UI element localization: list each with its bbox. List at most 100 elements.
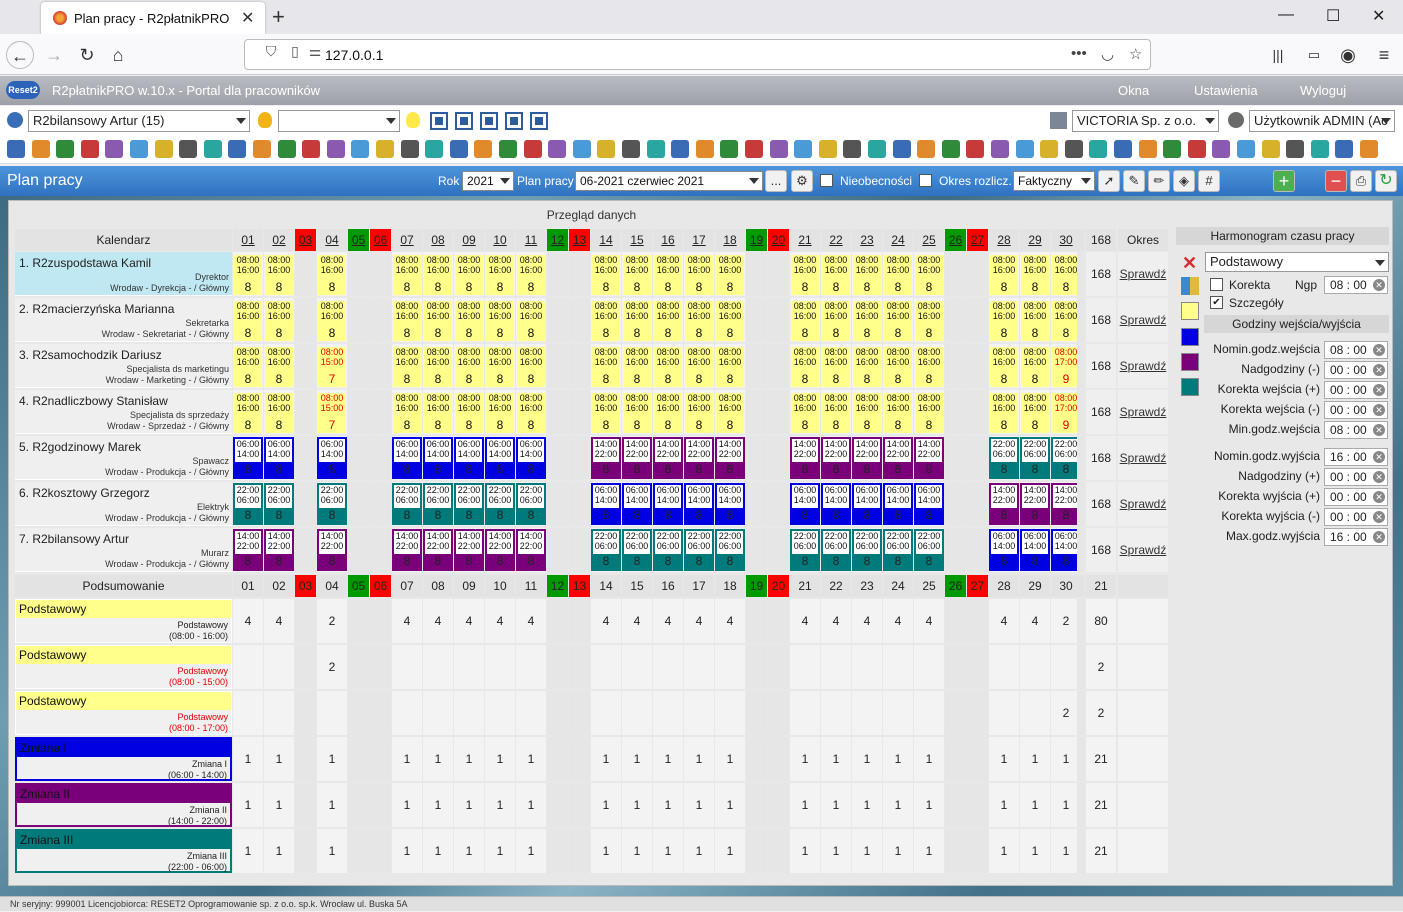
sprawdz-link[interactable]: Sprawdź bbox=[1118, 252, 1168, 296]
day-header-11[interactable]: 11 bbox=[516, 229, 546, 251]
schedule-cell[interactable]: 14:00 22:00 8 bbox=[264, 528, 294, 572]
module-43-icon[interactable] bbox=[1040, 140, 1059, 158]
swatch-purple[interactable] bbox=[1181, 353, 1199, 371]
schedule-cell[interactable]: 08:00 16:00 8 bbox=[317, 252, 347, 296]
schedule-cell[interactable] bbox=[768, 528, 789, 572]
filter-select[interactable] bbox=[278, 110, 400, 132]
schedule-cell[interactable] bbox=[967, 344, 988, 388]
swatch-teal[interactable] bbox=[1181, 378, 1199, 396]
nieobecnosci-checkbox[interactable] bbox=[820, 174, 833, 187]
schedule-cell[interactable]: 22:00 06:00 8 bbox=[852, 528, 882, 572]
schedule-cell[interactable]: 08:00 16:00 8 bbox=[485, 390, 515, 434]
day-header-14[interactable]: 14 bbox=[591, 229, 621, 251]
employee-row-name[interactable]: 6. R2kosztowy Grzegorz Elektryk Wrodaw - P… bbox=[15, 482, 232, 526]
schedule-cell[interactable] bbox=[569, 390, 590, 434]
schedule-cell[interactable]: 14:00 22:00 8 bbox=[821, 436, 851, 480]
schedule-cell[interactable]: 22:00 06:00 8 bbox=[392, 482, 422, 526]
schedule-cell[interactable]: 08:00 16:00 8 bbox=[485, 298, 515, 342]
view-4-button[interactable] bbox=[505, 112, 523, 130]
clear-entry-4-icon[interactable]: ✕ bbox=[1373, 404, 1385, 416]
schedule-cell[interactable]: 14:00 22:00 8 bbox=[653, 436, 683, 480]
schedule-cell[interactable]: 08:00 16:00 8 bbox=[233, 344, 263, 388]
day-header-18[interactable]: 18 bbox=[715, 229, 745, 251]
lightbulb-icon[interactable] bbox=[258, 112, 272, 128]
clear-entry-3-icon[interactable]: ✕ bbox=[1373, 384, 1385, 396]
schedule-cell[interactable]: 08:00 15:00 7 bbox=[317, 390, 347, 434]
schedule-cell[interactable]: 08:00 16:00 8 bbox=[516, 390, 546, 434]
schedule-cell[interactable] bbox=[768, 252, 789, 296]
sidebar-icon[interactable]: ▭ bbox=[1300, 41, 1328, 69]
schedule-cell[interactable] bbox=[945, 436, 966, 480]
schedule-cell[interactable]: 14:00 22:00 8 bbox=[852, 436, 882, 480]
schedule-cell[interactable]: 22:00 06:00 8 bbox=[790, 528, 820, 572]
day-header-27[interactable]: 27 bbox=[967, 229, 988, 251]
module-2-icon[interactable] bbox=[31, 140, 50, 158]
view-2-button[interactable] bbox=[455, 112, 473, 130]
schedule-cell[interactable]: 06:00 14:00 8 bbox=[684, 482, 714, 526]
schedule-cell[interactable] bbox=[547, 298, 568, 342]
clear-exit-3-icon[interactable]: ✕ bbox=[1373, 491, 1385, 503]
module-41-icon[interactable] bbox=[991, 140, 1009, 158]
day-header-04[interactable]: 04 bbox=[317, 229, 347, 251]
schedule-cell[interactable]: 08:00 16:00 8 bbox=[914, 390, 944, 434]
schedule-cell[interactable]: 08:00 16:00 8 bbox=[883, 252, 913, 296]
module-47-icon[interactable] bbox=[1138, 140, 1157, 158]
day-header-15[interactable]: 15 bbox=[622, 229, 652, 251]
employee-row-name[interactable]: 5. R2godzinowy Marek Spawacz Wrodaw - Prod… bbox=[15, 436, 232, 480]
schedule-cell[interactable]: 14:00 22:00 8 bbox=[914, 436, 944, 480]
swatch-yellow[interactable] bbox=[1181, 302, 1199, 320]
schedule-cell[interactable]: 08:00 16:00 8 bbox=[1020, 252, 1050, 296]
day-header-08[interactable]: 08 bbox=[423, 229, 453, 251]
employee-row-name[interactable]: 7. R2bilansowy Artur Murarz Wrodaw - Produ… bbox=[15, 528, 232, 572]
day-header-21[interactable]: 21 bbox=[790, 229, 820, 251]
page-actions-icon[interactable]: ••• bbox=[1071, 45, 1087, 62]
schedule-cell[interactable] bbox=[768, 482, 789, 526]
schedule-cell[interactable]: 06:00 14:00 8 bbox=[790, 482, 820, 526]
schedule-cell[interactable]: 08:00 16:00 8 bbox=[1020, 344, 1050, 388]
schedule-cell[interactable]: 08:00 16:00 8 bbox=[516, 252, 546, 296]
schedule-cell[interactable] bbox=[348, 482, 369, 526]
schedule-cell[interactable]: 08:00 16:00 8 bbox=[790, 298, 820, 342]
day-header-05[interactable]: 05 bbox=[348, 229, 369, 251]
schedule-cell[interactable]: 08:00 16:00 8 bbox=[684, 252, 714, 296]
schedule-cell[interactable]: 14:00 22:00 8 bbox=[485, 528, 515, 572]
ngp-input[interactable]: 08 : 00 ✕ bbox=[1324, 276, 1388, 294]
module-34-icon[interactable] bbox=[818, 140, 837, 158]
schedule-cell[interactable]: 22:00 06:00 8 bbox=[591, 528, 621, 572]
account-icon[interactable]: ◉ bbox=[1334, 41, 1362, 69]
schedule-cell[interactable]: 08:00 16:00 8 bbox=[485, 252, 515, 296]
schedule-cell[interactable]: 14:00 22:00 8 bbox=[622, 436, 652, 480]
schedule-cell[interactable]: 08:00 16:00 8 bbox=[233, 390, 263, 434]
day-header-23[interactable]: 23 bbox=[852, 229, 882, 251]
schedule-cell[interactable]: 08:00 16:00 8 bbox=[485, 344, 515, 388]
schedule-cell[interactable]: 06:00 14:00 8 bbox=[485, 436, 515, 480]
day-header-03[interactable]: 03 bbox=[295, 229, 316, 251]
pointer-icon[interactable]: ➚ bbox=[1098, 170, 1120, 192]
module-50-icon[interactable] bbox=[1212, 140, 1231, 158]
schedule-cell[interactable] bbox=[746, 528, 767, 572]
module-48-icon[interactable] bbox=[1163, 140, 1182, 158]
day-header-22[interactable]: 22 bbox=[821, 229, 851, 251]
pencil-icon[interactable]: ✏ bbox=[1148, 170, 1170, 192]
module-21-icon[interactable] bbox=[499, 140, 517, 158]
schedule-cell[interactable] bbox=[348, 298, 369, 342]
menu-wyloguj[interactable]: Wyloguj bbox=[1300, 83, 1346, 98]
clear-entry-2-icon[interactable]: ✕ bbox=[1373, 364, 1385, 376]
okres-select[interactable]: Faktyczny bbox=[1013, 171, 1095, 191]
module-28-icon[interactable] bbox=[671, 140, 690, 158]
day-header-01[interactable]: 01 bbox=[233, 229, 263, 251]
exit-4-input[interactable]: 00 : 00 ✕ bbox=[1324, 508, 1388, 526]
schedule-cell[interactable]: 08:00 16:00 8 bbox=[653, 344, 683, 388]
entry-5-input[interactable]: 08 : 00 ✕ bbox=[1324, 421, 1388, 439]
module-3-icon[interactable] bbox=[56, 140, 75, 158]
schedule-cell[interactable]: 08:00 16:00 8 bbox=[989, 252, 1019, 296]
schedule-cell[interactable]: 08:00 16:00 8 bbox=[1020, 298, 1050, 342]
module-55-icon[interactable] bbox=[1335, 140, 1354, 158]
schedule-cell[interactable] bbox=[746, 390, 767, 434]
schedule-cell[interactable] bbox=[967, 482, 988, 526]
sprawdz-link[interactable]: Sprawdź bbox=[1118, 298, 1168, 342]
schedule-cell[interactable]: 06:00 14:00 8 bbox=[392, 436, 422, 480]
schedule-cell[interactable] bbox=[945, 344, 966, 388]
schedule-cell[interactable]: 08:00 16:00 8 bbox=[821, 298, 851, 342]
schedule-cell[interactable] bbox=[967, 298, 988, 342]
